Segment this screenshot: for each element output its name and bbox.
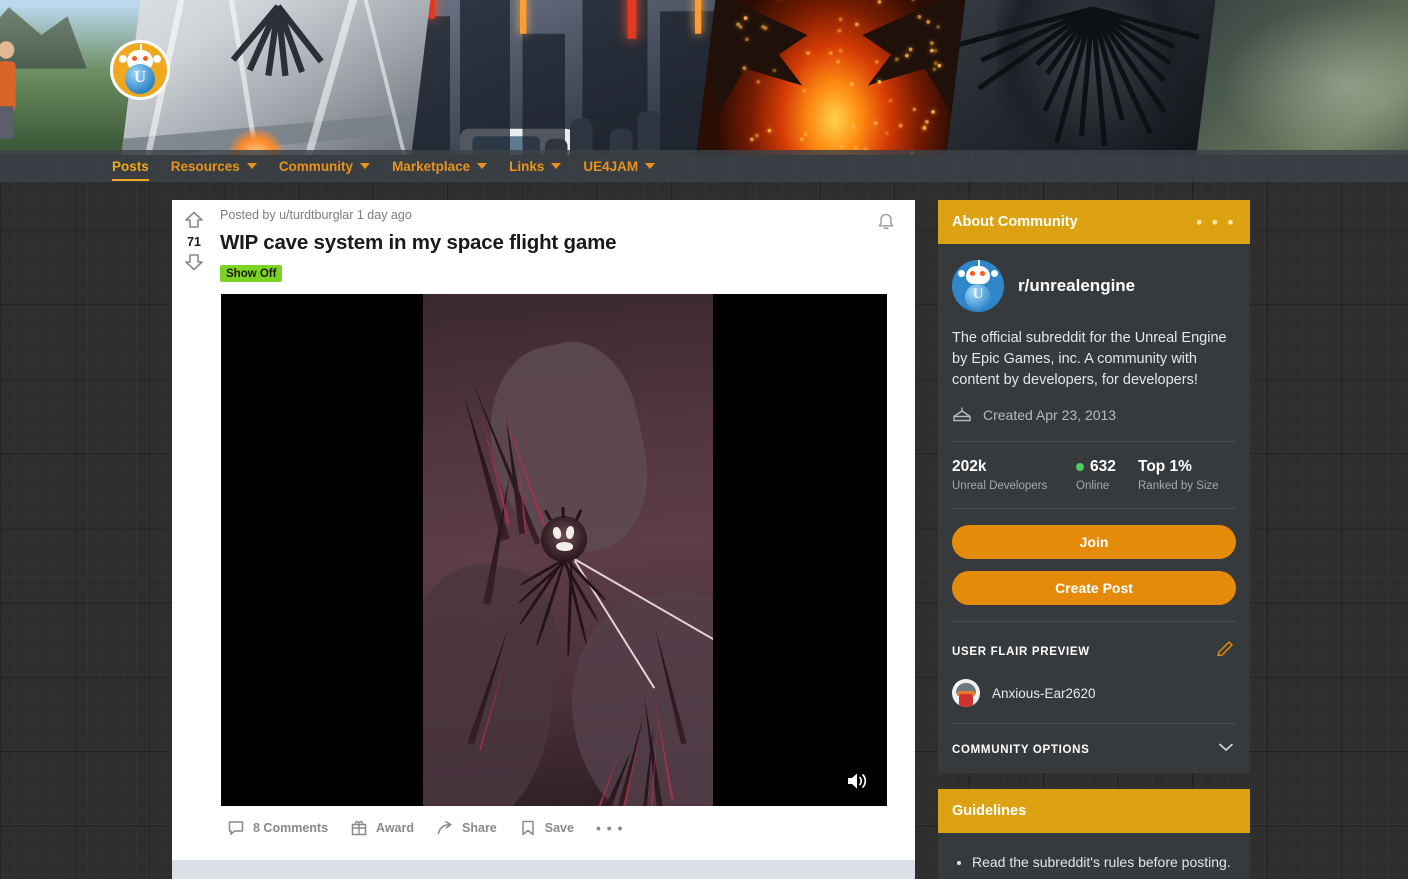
subreddit-name: r/unrealengine — [1018, 276, 1135, 296]
stat-members-value: 202k — [952, 458, 986, 476]
about-card-title: About Community — [952, 214, 1078, 230]
online-indicator-dot — [1076, 463, 1084, 471]
stat-members: 202k Unreal Developers — [952, 458, 1076, 492]
post-card: 71 Posted by u/turdtburglar 1 day ago WI… — [172, 200, 915, 860]
stat-rank-value: Top 1% — [1138, 458, 1192, 476]
nav-item-label: Resources — [171, 159, 240, 174]
save-label: Save — [545, 821, 574, 835]
post-media-video[interactable] — [221, 294, 887, 806]
stat-online: 632 Online — [1076, 458, 1138, 492]
user-flair-header: USER FLAIR PREVIEW — [952, 638, 1236, 665]
about-card-header: About Community • • • — [938, 200, 1250, 244]
post-meta[interactable]: Posted by u/turdtburglar 1 day ago — [220, 200, 915, 222]
cake-icon — [952, 405, 972, 425]
sidebar: About Community • • • r/unrealengine The… — [938, 200, 1250, 879]
share-button[interactable]: Share — [427, 812, 506, 844]
video-frame — [423, 294, 713, 806]
user-flair-label: USER FLAIR PREVIEW — [952, 646, 1090, 658]
guidelines-card: Guidelines Read the subreddit's rules be… — [938, 789, 1250, 879]
comments-section-strip — [172, 860, 915, 879]
guidelines-list: Read the subreddit's rules before postin… — [952, 847, 1236, 873]
chevron-down-icon — [551, 163, 561, 169]
stat-online-label: Online — [1076, 480, 1138, 492]
user-avatar — [952, 679, 980, 707]
nav-item-resources[interactable]: Resources — [171, 150, 257, 182]
nav-item-label: UE4JAM — [583, 159, 638, 174]
created-date: Created Apr 23, 2013 — [983, 407, 1116, 423]
nav-item-label: Marketplace — [392, 159, 470, 174]
nav-item-marketplace[interactable]: Marketplace — [392, 150, 487, 182]
guidelines-card-header: Guidelines — [938, 789, 1250, 833]
nav-item-label: Links — [509, 159, 544, 174]
community-options-row[interactable]: COMMUNITY OPTIONS — [952, 740, 1236, 759]
comments-button[interactable]: 8 Comments — [218, 812, 337, 844]
create-post-button[interactable]: Create Post — [952, 571, 1236, 605]
creature-figure — [541, 516, 587, 562]
post-title: WIP cave system in my space flight game — [220, 231, 915, 255]
banner-panel-haze — [1191, 0, 1408, 155]
save-button[interactable]: Save — [510, 812, 583, 844]
upvote-button[interactable] — [183, 209, 205, 231]
nav-item-ue4jam[interactable]: UE4JAM — [583, 150, 655, 182]
community-stats: 202k Unreal Developers 632 Online Top 1%… — [952, 458, 1236, 492]
stat-members-label: Unreal Developers — [952, 480, 1076, 492]
subreddit-icon — [952, 260, 1004, 312]
subreddit-banner — [0, 0, 1408, 155]
subreddit-avatar — [110, 40, 170, 100]
vote-count: 71 — [187, 235, 201, 249]
nav-item-label: Posts — [112, 159, 149, 174]
notification-bell-icon[interactable] — [873, 210, 899, 236]
banner-panel-creature — [941, 0, 1239, 155]
created-row: Created Apr 23, 2013 — [952, 405, 1236, 425]
subreddit-description: The official subreddit for the Unreal En… — [952, 328, 1236, 391]
nav-item-posts[interactable]: Posts — [112, 150, 149, 182]
subreddit-row[interactable]: r/unrealengine — [952, 260, 1236, 312]
divider — [952, 508, 1236, 509]
comments-label: 8 Comments — [253, 821, 328, 835]
post-overflow-menu[interactable]: • • • — [587, 813, 632, 843]
chevron-down-icon — [247, 163, 257, 169]
banner-panel-fire-demon — [691, 0, 979, 155]
chevron-down-icon — [645, 163, 655, 169]
nav-item-label: Community — [279, 159, 353, 174]
post-action-bar: 8 Comments Award Share Save • • • — [218, 812, 632, 844]
downvote-button[interactable] — [183, 251, 205, 273]
about-community-card: About Community • • • r/unrealengine The… — [938, 200, 1250, 773]
chevron-down-icon — [477, 163, 487, 169]
subreddit-nav: Posts Resources Community Marketplace Links U… — [0, 150, 1408, 182]
about-card-menu-icon[interactable]: • • • — [1196, 214, 1236, 231]
stat-rank: Top 1% Ranked by Size — [1138, 458, 1219, 492]
share-label: Share — [462, 821, 497, 835]
chevron-down-icon — [1216, 740, 1236, 759]
user-flair-username: Anxious-Ear2620 — [992, 686, 1096, 701]
chevron-down-icon — [360, 163, 370, 169]
community-options-label: COMMUNITY OPTIONS — [952, 744, 1090, 756]
user-flair-row: Anxious-Ear2620 — [952, 679, 1236, 707]
volume-icon[interactable] — [845, 770, 869, 792]
banner-panel-city — [406, 0, 734, 155]
nav-item-links[interactable]: Links — [509, 150, 561, 182]
vote-column: 71 — [172, 200, 216, 296]
divider — [952, 621, 1236, 622]
award-label: Award — [376, 821, 414, 835]
nav-item-community[interactable]: Community — [279, 150, 370, 182]
divider — [952, 723, 1236, 724]
guidelines-card-title: Guidelines — [952, 803, 1026, 819]
post-body: Posted by u/turdtburglar 1 day ago WIP c… — [220, 200, 915, 282]
divider — [952, 441, 1236, 442]
award-button[interactable]: Award — [341, 812, 423, 844]
stat-rank-label: Ranked by Size — [1138, 480, 1219, 492]
join-button[interactable]: Join — [952, 525, 1236, 559]
stat-online-value: 632 — [1090, 458, 1116, 476]
guideline-item: Read the subreddit's rules before postin… — [972, 851, 1236, 873]
post-flair[interactable]: Show Off — [220, 265, 282, 282]
edit-pencil-icon[interactable] — [1214, 638, 1236, 665]
